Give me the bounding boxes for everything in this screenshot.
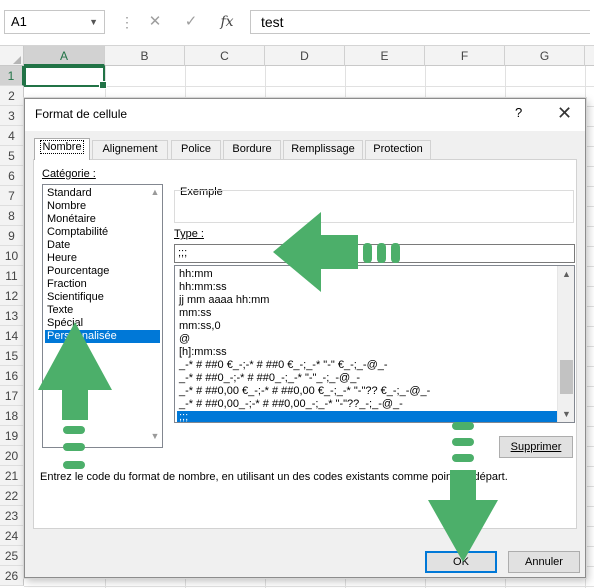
row-header-4[interactable]: 4 (0, 126, 24, 146)
scroll-down-icon[interactable]: ▼ (148, 431, 162, 441)
row-header-23[interactable]: 23 (0, 506, 24, 526)
help-icon[interactable]: ? (515, 105, 522, 120)
cancel-button[interactable]: Annuler (508, 551, 580, 573)
column-header-f[interactable]: F (425, 46, 505, 66)
arrow-up-icon (38, 322, 112, 469)
row-header-5[interactable]: 5 (0, 146, 24, 166)
format-code-item[interactable]: mm:ss,0 (177, 320, 557, 333)
row-header-22[interactable]: 22 (0, 486, 24, 506)
scroll-thumb[interactable] (560, 360, 573, 394)
format-code-item[interactable]: [h]:mm:ss (177, 346, 557, 359)
formula-input[interactable]: test (250, 10, 590, 34)
column-header-a[interactable]: A (24, 46, 105, 66)
formula-bar-grip-icon: ⋮ (120, 14, 135, 30)
category-item[interactable]: Nombre (45, 200, 160, 213)
row-header-15[interactable]: 15 (0, 346, 24, 366)
format-code-item[interactable]: _-* # ##0,00 €_-;-* # ##0,00 €_-;_-* "-"… (177, 385, 557, 398)
category-item[interactable]: Standard (45, 187, 160, 200)
name-box[interactable]: A1 ▼ (4, 10, 105, 34)
tab-remplissage[interactable]: Remplissage (283, 140, 363, 159)
scroll-down-icon[interactable]: ▼ (558, 406, 574, 422)
category-label: Catégorie : (42, 168, 96, 180)
tab-police[interactable]: Police (171, 140, 221, 159)
row-header-19[interactable]: 19 (0, 426, 24, 446)
column-header-g[interactable]: G (505, 46, 585, 66)
row-header-25[interactable]: 25 (0, 546, 24, 566)
format-code-item[interactable]: ;;; (177, 411, 557, 422)
format-code-item[interactable]: jj mm aaaa hh:mm (177, 294, 557, 307)
cancel-entry-icon[interactable]: ✕ (140, 10, 170, 34)
format-list-scrollbar[interactable]: ▲ ▼ (557, 266, 574, 422)
row-header-14[interactable]: 14 (0, 326, 24, 346)
row-header-2[interactable]: 2 (0, 86, 24, 106)
insert-function-icon[interactable]: fx (212, 10, 242, 34)
row-header-9[interactable]: 9 (0, 226, 24, 246)
row-header-1[interactable]: 1 (0, 66, 24, 86)
row-header-24[interactable]: 24 (0, 526, 24, 546)
column-header-d[interactable]: D (265, 46, 345, 66)
close-icon[interactable]: ✕ (557, 103, 572, 124)
select-all-button[interactable] (0, 46, 24, 66)
tab-alignement[interactable]: Alignement (92, 140, 168, 159)
chevron-down-icon[interactable]: ▼ (89, 11, 98, 33)
category-item[interactable]: Texte (45, 304, 160, 317)
column-header-e[interactable]: E (345, 46, 425, 66)
row-header-8[interactable]: 8 (0, 206, 24, 226)
confirm-entry-icon[interactable]: ✓ (176, 10, 206, 34)
row-header-26[interactable]: 26 (0, 566, 24, 586)
category-item[interactable]: Date (45, 239, 160, 252)
gridline-horizontal (24, 586, 594, 587)
delete-format-button[interactable]: Supprimer (499, 436, 573, 458)
row-header-12[interactable]: 12 (0, 286, 24, 306)
row-header-11[interactable]: 11 (0, 266, 24, 286)
type-label: Type : (174, 228, 204, 240)
name-box-value: A1 (11, 14, 27, 29)
format-code-item[interactable]: _-* # ##0 €_-;-* # ##0 €_-;_-* "-" €_-;_… (177, 359, 557, 372)
row-header-6[interactable]: 6 (0, 166, 24, 186)
row-header-3[interactable]: 3 (0, 106, 24, 126)
format-code-item[interactable]: mm:ss (177, 307, 557, 320)
column-header-c[interactable]: C (185, 46, 265, 66)
category-item[interactable]: Pourcentage (45, 265, 160, 278)
row-header-17[interactable]: 17 (0, 386, 24, 406)
row-header-18[interactable]: 18 (0, 406, 24, 426)
row-header-13[interactable]: 13 (0, 306, 24, 326)
category-item[interactable]: Fraction (45, 278, 160, 291)
dialog-title-bar[interactable]: Format de cellule ? ✕ (25, 99, 585, 131)
dialog-title: Format de cellule (35, 107, 128, 121)
row-header-20[interactable]: 20 (0, 446, 24, 466)
scroll-up-icon[interactable]: ▲ (558, 266, 574, 282)
row-header-10[interactable]: 10 (0, 246, 24, 266)
formula-bar: A1 ▼ ⋮ ✕ ✓ fx test (0, 0, 594, 46)
tab-bordure[interactable]: Bordure (223, 140, 281, 159)
category-item[interactable]: Monétaire (45, 213, 160, 226)
tab-nombre-label: Nombre (40, 140, 84, 154)
format-code-item[interactable]: _-* # ##0_-;-* # ##0_-;_-* "-"_-;_-@_- (177, 372, 557, 385)
tab-protection[interactable]: Protection (365, 140, 431, 159)
category-item[interactable]: Heure (45, 252, 160, 265)
tab-nombre[interactable]: Nombre (34, 138, 90, 160)
arrow-left-icon (273, 212, 400, 292)
row-header-21[interactable]: 21 (0, 466, 24, 486)
category-item[interactable]: Scientifique (45, 291, 160, 304)
column-headers: A B C D E F G (0, 46, 594, 66)
category-item[interactable]: Comptabilité (45, 226, 160, 239)
gridline-horizontal (24, 86, 594, 87)
format-code-item[interactable]: _-* # ##0,00_-;-* # ##0,00_-;_-* "-"??_-… (177, 398, 557, 411)
row-header-7[interactable]: 7 (0, 186, 24, 206)
column-header-b[interactable]: B (105, 46, 185, 66)
active-cell-a1[interactable] (24, 66, 107, 89)
arrow-down-icon (428, 422, 498, 562)
format-code-item[interactable]: @ (177, 333, 557, 346)
row-header-16[interactable]: 16 (0, 366, 24, 386)
